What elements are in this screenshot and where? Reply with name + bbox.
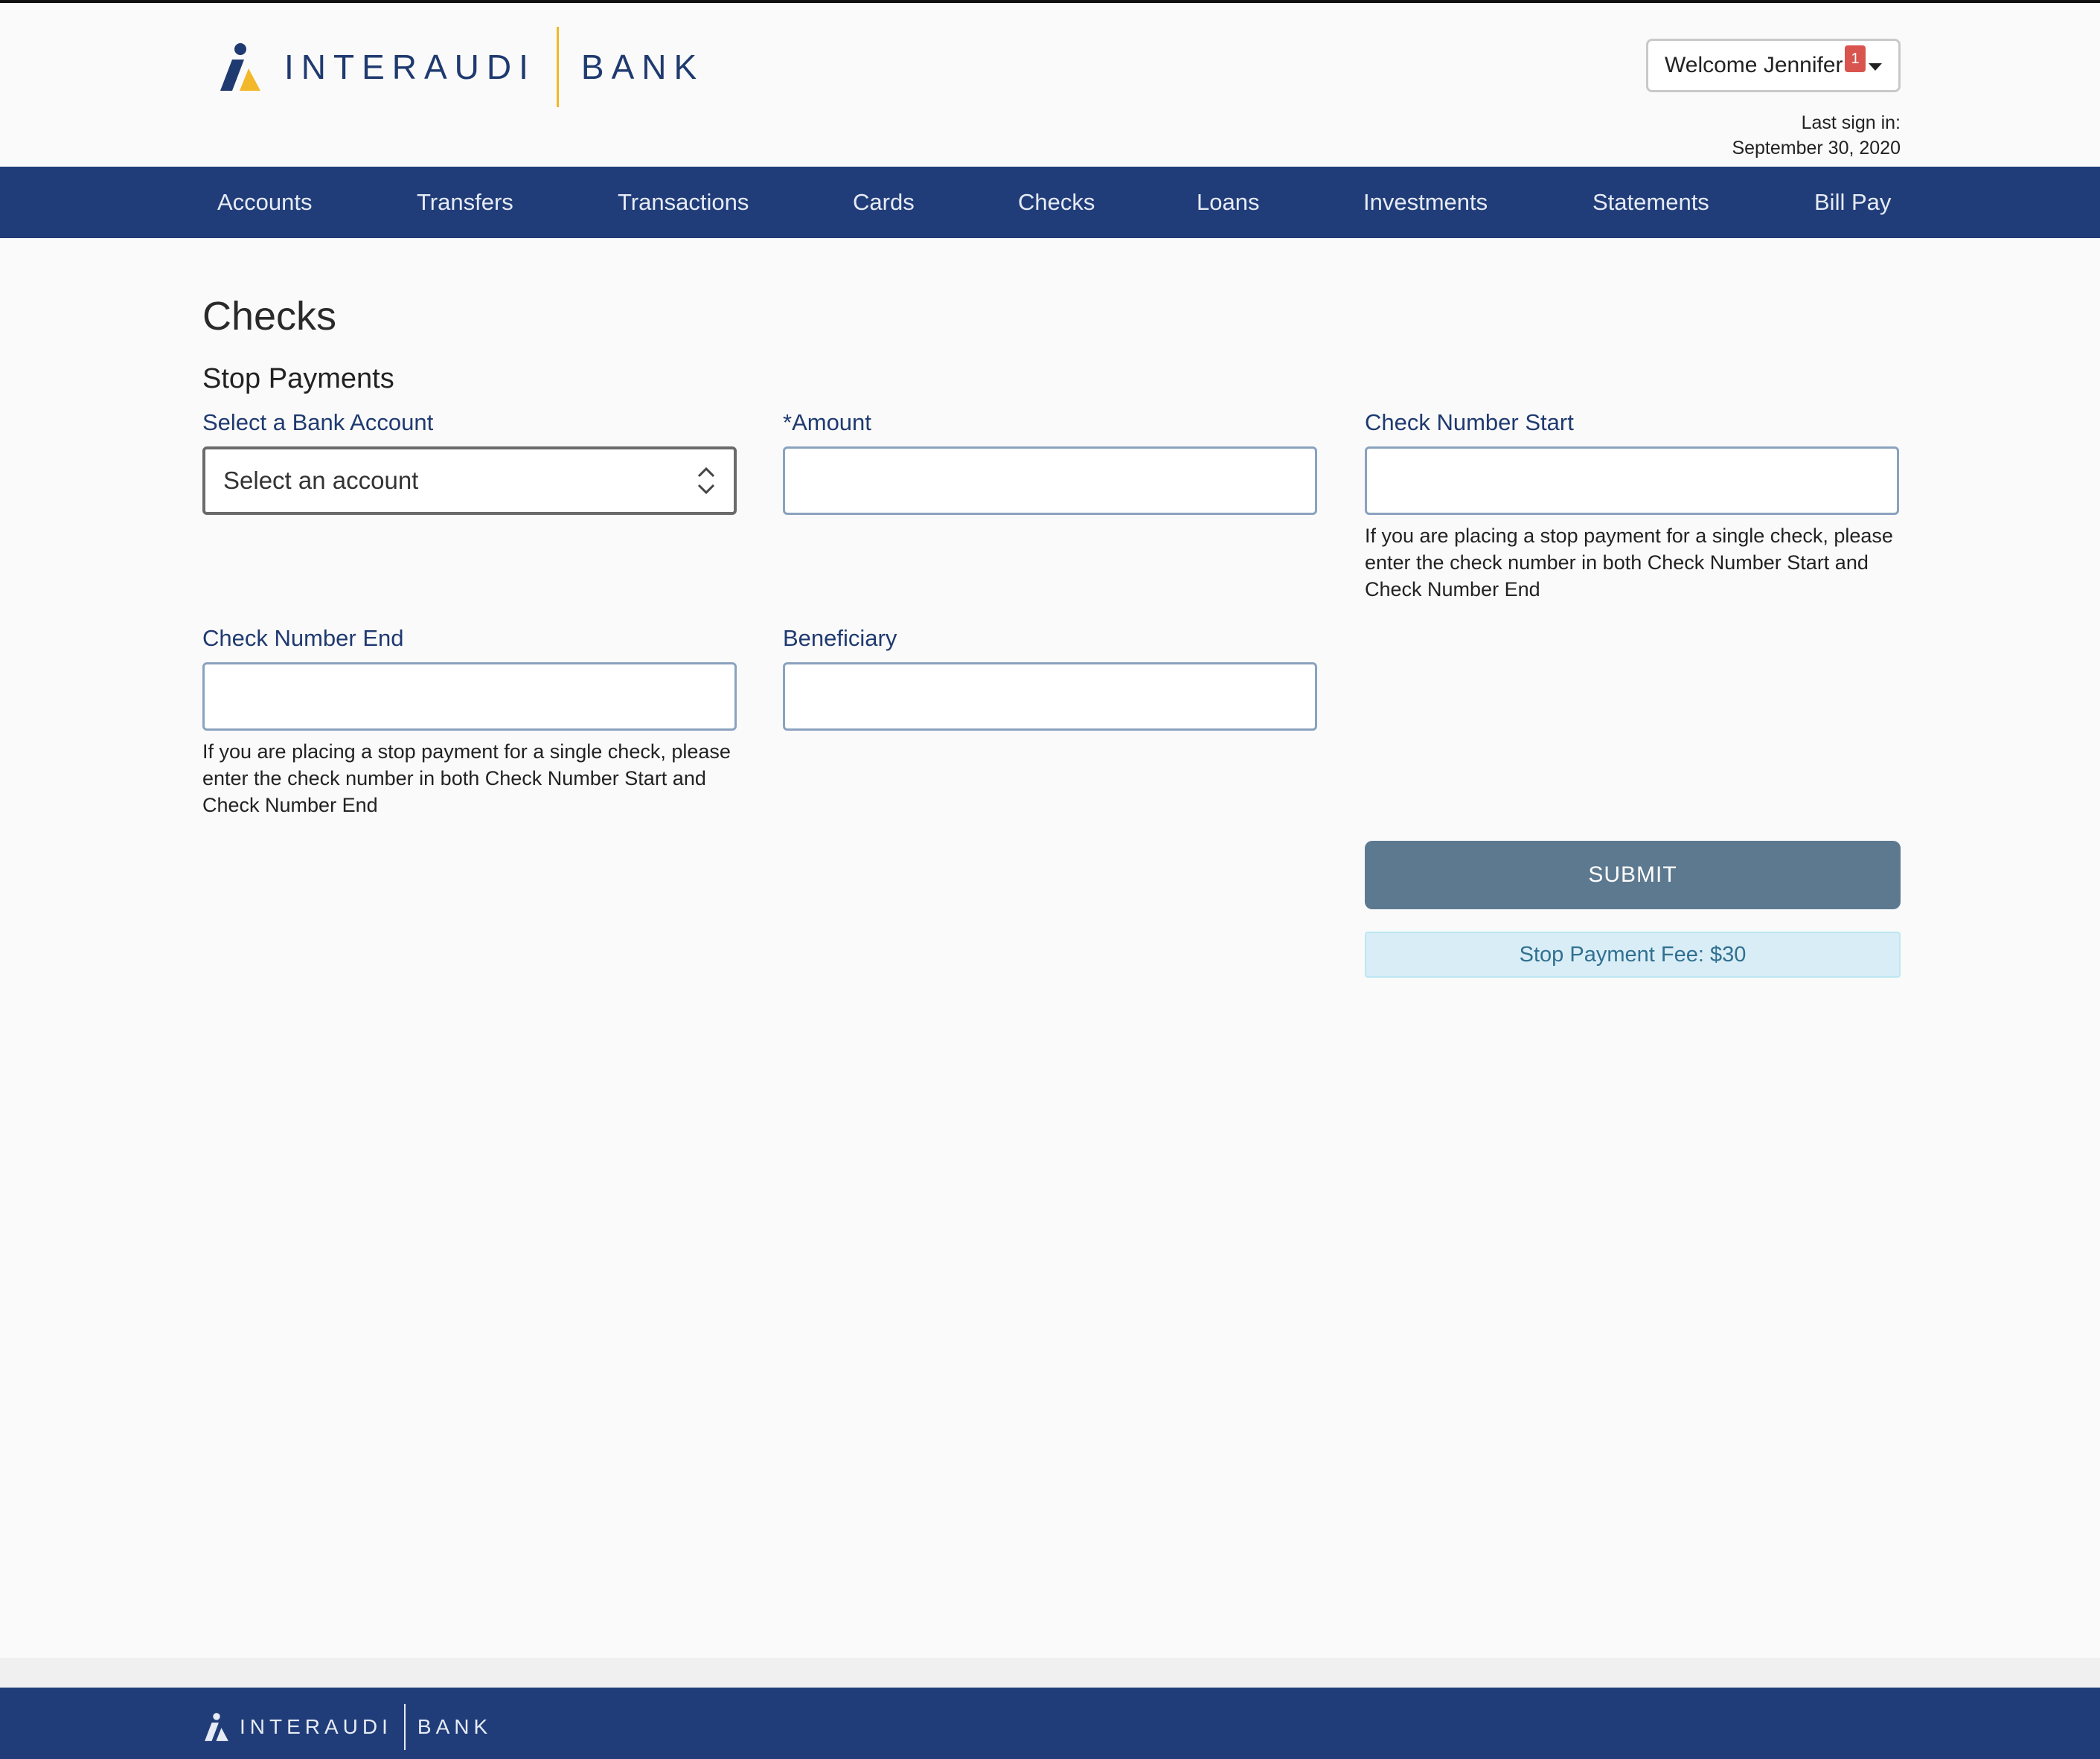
nav-item-transactions[interactable]: Transactions [618,167,749,238]
section-title: Stop Payments [202,363,394,394]
amount-input[interactable] [783,446,1317,515]
check-start-input[interactable] [1365,446,1899,515]
nav-item-investments[interactable]: Investments [1363,167,1488,238]
last-sign-in-date: September 30, 2020 [1732,138,1901,158]
nav-item-transfers[interactable]: Transfers [417,167,513,238]
brand-name-part2: BANK [580,48,705,86]
notification-badge: 1 [1845,45,1866,72]
check-start-label: Check Number Start [1365,409,1574,435]
account-select[interactable]: Select an account [202,446,737,515]
nav-item-bill-pay[interactable]: Bill Pay [1814,167,1891,238]
footer-logo[interactable]: INTERAUDI BANK [202,1704,492,1750]
last-sign-in-label: Last sign in: [1801,112,1901,133]
check-end-input[interactable] [202,662,737,731]
logo-divider [556,27,559,107]
footer-brand-part1: INTERAUDI [240,1715,392,1738]
bank-logo-icon [217,42,263,92]
nav-item-accounts[interactable]: Accounts [217,167,313,238]
bank-logo[interactable]: INTERAUDI BANK [217,27,705,107]
check-end-label: Check Number End [202,625,404,651]
last-sign-in: Last sign in: September 30, 2020 [1732,110,1901,161]
amount-label: *Amount [783,409,871,435]
check-end-help: If you are placing a stop payment for a … [202,740,731,816]
main-nav: Accounts Transfers Transactions Cards Ch… [0,167,2100,238]
beneficiary-input[interactable] [783,662,1317,731]
footer-spacer [0,1658,2100,1688]
account-select-value: Select an account [223,467,419,494]
fee-notice: Stop Payment Fee: $30 [1365,932,1901,978]
page-title: Checks [202,294,337,339]
nav-item-cards[interactable]: Cards [853,167,915,238]
nav-item-checks[interactable]: Checks [1018,167,1095,238]
beneficiary-label: Beneficiary [783,625,897,651]
footer-logo-icon [205,1713,228,1741]
footer-logo-divider [403,1704,406,1750]
nav-item-loans[interactable]: Loans [1197,167,1259,238]
check-start-help: If you are placing a stop payment for a … [1365,525,1893,600]
brand-name-part1: INTERAUDI [284,48,536,86]
submit-button[interactable]: SUBMIT [1365,841,1901,909]
nav-item-statements[interactable]: Statements [1592,167,1709,238]
footer-brand-part2: BANK [417,1715,493,1738]
user-menu-button[interactable]: Welcome Jennifer 1 [1646,39,1901,92]
site-footer: INTERAUDI BANK [0,1688,2100,1759]
welcome-label: Welcome Jennifer [1665,53,1843,77]
select-arrows-icon [697,464,716,497]
site-header: INTERAUDI BANK Welcome Jennifer 1 Last s… [0,6,2100,167]
account-label: Select a Bank Account [202,409,434,435]
caret-down-icon [1869,63,1882,71]
